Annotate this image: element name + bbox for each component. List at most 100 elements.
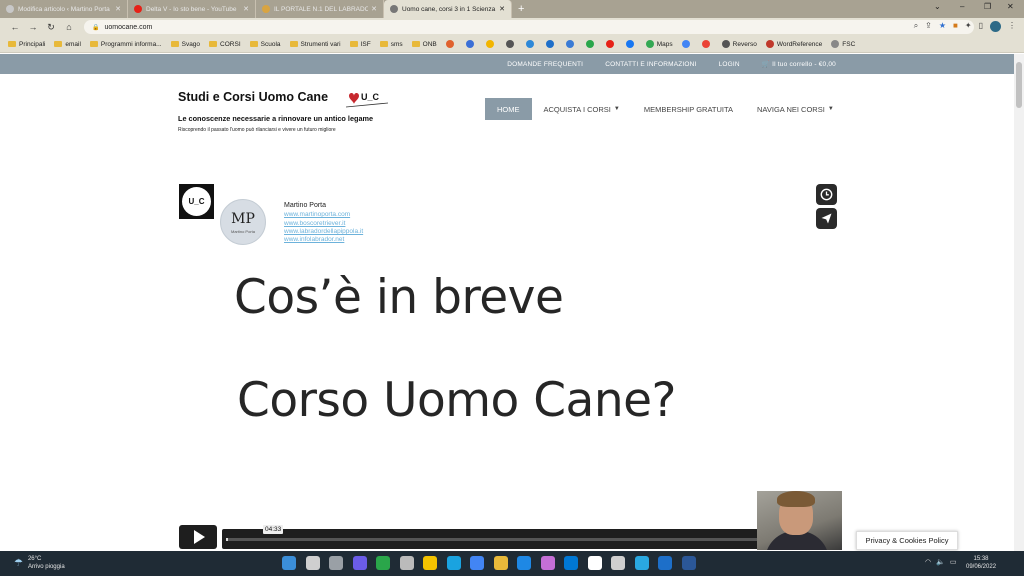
bookmark-link[interactable] — [445, 40, 457, 48]
nav-browse-courses[interactable]: NAVIGA NEI CORSI ▼ — [745, 98, 846, 120]
share-button[interactable] — [816, 208, 837, 229]
taskbar-app-icon[interactable] — [446, 556, 461, 570]
avatar-monogram: MP — [231, 210, 255, 227]
taskbar-app-icon[interactable] — [305, 556, 320, 570]
weather-widget[interactable]: ☂ 26°C Arrivo pioggia — [14, 555, 65, 571]
progress-bar[interactable] — [226, 538, 778, 541]
watch-later-button[interactable] — [816, 184, 837, 205]
bookmark-link[interactable] — [625, 40, 637, 48]
bookmark-link[interactable] — [545, 40, 557, 48]
bookmark-folder[interactable]: Strumenti vari — [289, 41, 341, 48]
home-button[interactable]: ⌂ — [60, 22, 78, 32]
nav-buy-courses[interactable]: ACQUISTA I CORSI ▼ — [532, 98, 632, 120]
taskbar-app-icon[interactable] — [611, 556, 625, 570]
system-tray[interactable]: ◠ 🔈 ▭ — [925, 558, 956, 566]
play-button[interactable] — [179, 525, 217, 549]
browser-tab[interactable]: IL PORTALE N.1 DEL LABRADOR ✕ — [256, 0, 384, 18]
minimize-button[interactable]: – — [960, 2, 964, 11]
bookmark-folder[interactable]: Principali — [8, 41, 45, 48]
taskbar-clock[interactable]: 15:38 09/06/2022 — [966, 555, 996, 571]
author-link[interactable]: www.boscoretriever.it — [284, 220, 345, 227]
bookmark-folder[interactable]: email — [54, 41, 81, 48]
bookmark-link[interactable] — [565, 40, 577, 48]
channel-logo[interactable]: U_C — [179, 184, 214, 219]
bookmark-folder[interactable]: Programmi informa... — [89, 41, 162, 48]
start-menu-icon[interactable] — [282, 556, 296, 570]
taskbar-app-icon[interactable] — [564, 556, 578, 570]
faq-link[interactable]: DOMANDE FREQUENTI — [507, 61, 583, 68]
profile-avatar[interactable] — [990, 21, 1001, 32]
chevron-down-icon[interactable]: ⌄ — [934, 2, 941, 11]
tab-close-icon[interactable]: ✕ — [371, 5, 377, 13]
taskbar-app-icon[interactable] — [658, 556, 672, 570]
bookmark-folder[interactable]: Scuola — [249, 41, 281, 48]
nav-free-membership[interactable]: MEMBERSHIP GRATUITA — [632, 98, 745, 120]
bookmark-link[interactable]: WordReference — [765, 40, 822, 48]
taskbar-app-icon[interactable] — [540, 556, 555, 570]
share-icon[interactable]: ⇪ — [925, 21, 932, 32]
privacy-policy-button[interactable]: Privacy & Cookies Policy — [856, 531, 958, 550]
reload-button[interactable]: ↻ — [42, 22, 60, 33]
nav-home[interactable]: HOME — [485, 98, 532, 120]
author-link[interactable]: www.labradordellapippola.it — [284, 228, 363, 235]
taskbar-app-icon[interactable] — [352, 556, 367, 570]
bookmark-folder[interactable]: CORSI — [209, 41, 241, 48]
page-scrollbar[interactable] — [1014, 54, 1024, 551]
bookmark-link[interactable] — [485, 40, 497, 48]
taskbar-app-icon[interactable] — [423, 556, 437, 570]
sidepanel-icon[interactable]: ▯ — [979, 21, 983, 32]
tab-close-icon[interactable]: ✕ — [499, 5, 505, 13]
close-window-button[interactable]: ✕ — [1007, 2, 1014, 11]
login-link[interactable]: LOGIN — [719, 61, 740, 68]
bookmark-link[interactable] — [681, 40, 693, 48]
bookmark-link[interactable] — [701, 40, 713, 48]
browser-tab[interactable]: Delta V - Io sto bene - YouTube ✕ — [128, 0, 256, 18]
taskbar-app-icon[interactable] — [399, 556, 414, 570]
forward-button[interactable]: → — [24, 22, 42, 32]
taskbar-app-icon[interactable] — [634, 556, 649, 570]
battery-icon[interactable]: ▭ — [950, 558, 957, 566]
puzzle-icon[interactable]: ✦ — [965, 21, 972, 32]
back-button[interactable]: ← — [6, 22, 24, 32]
bookmark-link[interactable]: Maps — [645, 40, 673, 48]
taskbar-app-icon[interactable] — [470, 556, 484, 570]
bookmark-folder[interactable]: Svago — [170, 41, 200, 48]
speaker-icon[interactable]: 🔈 — [936, 558, 945, 566]
tab-close-icon[interactable]: ✕ — [115, 5, 121, 13]
new-tab-button[interactable]: + — [518, 3, 524, 15]
video-player[interactable]: U_C MP Martino Porta Martino Porta www.m… — [178, 183, 838, 551]
taskbar-app-icon[interactable] — [376, 556, 390, 570]
bookmark-link[interactable]: FSC — [831, 40, 855, 48]
bookmark-link[interactable] — [605, 40, 617, 48]
bookmark-link[interactable]: Reverso — [721, 40, 757, 48]
wifi-icon[interactable]: ◠ — [925, 558, 931, 566]
bookmark-folder[interactable]: ISF — [349, 41, 371, 48]
restore-button[interactable]: ❐ — [984, 2, 991, 11]
author-link[interactable]: www.martinoporta.com — [284, 211, 350, 218]
taskbar-app-icon[interactable] — [587, 556, 602, 570]
bookmark-star-icon[interactable]: ★ — [939, 21, 946, 32]
site-favicon-icon — [645, 40, 654, 48]
author-link[interactable]: www.infolabrador.net — [284, 236, 344, 243]
browser-tab[interactable]: Modifica articolo ‹ Martino Porta ✕ — [0, 0, 128, 18]
site-logo[interactable]: Studi e Corsi Uomo Cane U_C Le conoscenz… — [178, 90, 438, 140]
zoom-icon[interactable]: ⌕ — [914, 21, 918, 32]
tab-close-icon[interactable]: ✕ — [243, 5, 249, 13]
bookmark-link[interactable] — [585, 40, 597, 48]
bookmark-link[interactable] — [525, 40, 537, 48]
bookmark-folder[interactable]: ONB — [411, 41, 437, 48]
menu-icon[interactable]: ⋮ — [1008, 21, 1016, 32]
taskbar-app-icon[interactable] — [493, 556, 508, 570]
bookmark-link[interactable] — [505, 40, 517, 48]
browser-tab[interactable]: Uomo cane, corsi 3 in 1 Scienza ✕ — [384, 0, 512, 18]
url-input[interactable]: 🔒 uomocane.com — [84, 20, 974, 34]
taskbar-app-icon[interactable] — [329, 556, 343, 570]
extension-icon[interactable]: ■ — [953, 21, 958, 32]
bookmark-link[interactable] — [465, 40, 477, 48]
taskbar-app-icon[interactable] — [517, 556, 531, 570]
taskbar-app-icon[interactable] — [681, 556, 696, 570]
scrollbar-thumb[interactable] — [1016, 62, 1022, 108]
cart-link[interactable]: 🛒 Il tuo corrello - €0,00 — [762, 60, 836, 68]
bookmark-folder[interactable]: sms — [379, 41, 403, 48]
contacts-link[interactable]: CONTATTI E INFORMAZIONI — [605, 61, 696, 68]
